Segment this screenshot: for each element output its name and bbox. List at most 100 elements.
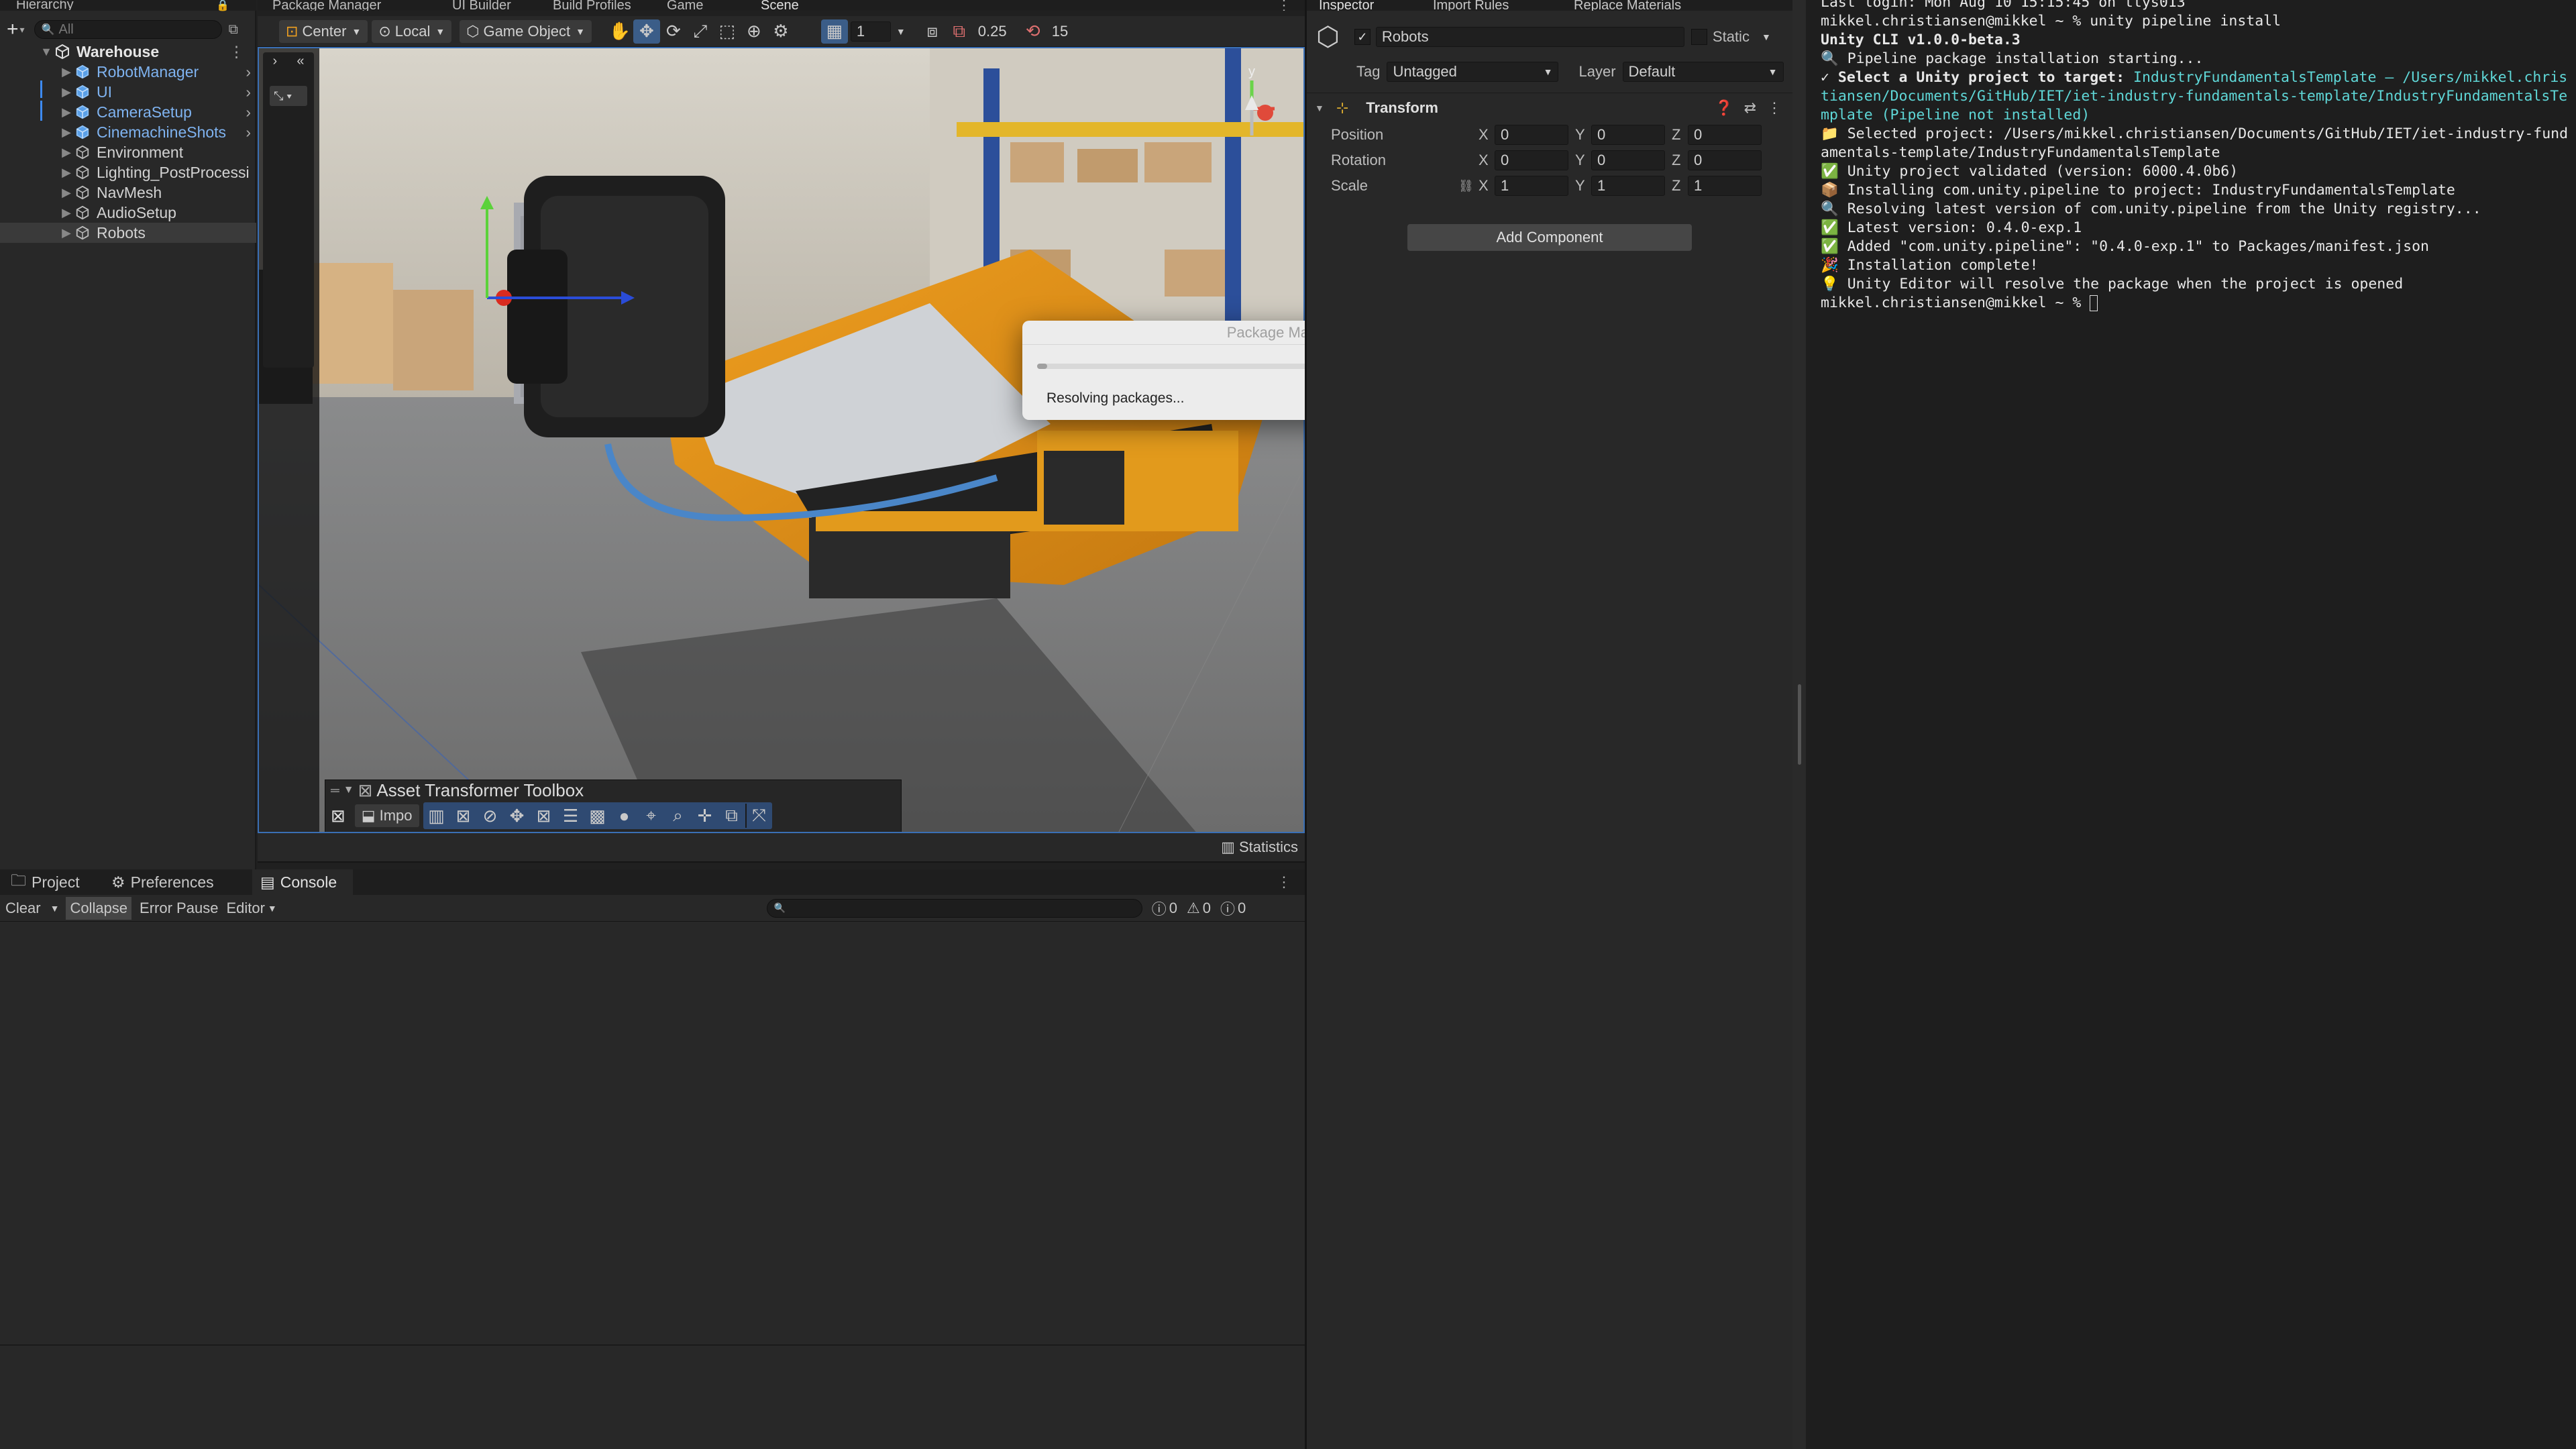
scale-tool-icon[interactable]: ⤢ bbox=[687, 19, 714, 44]
expand-arrow-icon[interactable]: ▶ bbox=[59, 166, 74, 180]
rotation-snap-icon[interactable]: ⟲ bbox=[1020, 19, 1046, 44]
tab-console[interactable]: ▤ Console bbox=[252, 869, 353, 895]
orientation-gizmo[interactable]: y bbox=[1212, 64, 1292, 149]
hierarchy-tool-icon[interactable]: ☰ bbox=[557, 804, 584, 828]
chevron-right-icon[interactable]: › bbox=[246, 83, 251, 101]
remove-tool-icon[interactable]: ⊘ bbox=[477, 804, 504, 828]
foldout-arrow-icon[interactable]: ▼ bbox=[1315, 103, 1324, 113]
rotate-tool-icon[interactable]: ⟳ bbox=[660, 19, 687, 44]
hierarchy-item[interactable]: ▶ UI › bbox=[0, 82, 256, 102]
static-checkbox[interactable] bbox=[1690, 29, 1707, 45]
tab-import-rules[interactable]: Import Rules bbox=[1433, 0, 1574, 11]
grid-icon[interactable]: ▦ bbox=[820, 19, 848, 44]
snap-value-field[interactable]: 0.25 bbox=[973, 21, 1020, 42]
tab-scene[interactable]: Scene bbox=[761, 0, 841, 11]
hierarchy-item[interactable]: ▶ RobotManager › bbox=[0, 62, 256, 82]
scene-view[interactable]: › « ⤡ ▾ y ═ ▼ ⊠ Asset Transformer Toolbo… bbox=[258, 47, 1305, 833]
search-tool-icon[interactable]: ⌕ bbox=[665, 804, 692, 828]
object-name-field[interactable]: Robots bbox=[1375, 27, 1684, 47]
tool-mode-dropdown[interactable]: ⬡ Game Object ▼ bbox=[460, 19, 592, 43]
expand-arrow-icon[interactable]: ▼ bbox=[39, 45, 54, 59]
terminal-window[interactable]: Last login: Mon Aug 10 15:15:45 on ttys0… bbox=[1806, 0, 2576, 1449]
hierarchy-item[interactable]: ▶ Robots bbox=[0, 223, 256, 243]
more-icon[interactable]: ⋮ bbox=[229, 43, 244, 61]
panel-splitter[interactable] bbox=[1792, 0, 1806, 1449]
more-icon[interactable]: ⋮ bbox=[1767, 99, 1782, 117]
rotation-x-field[interactable]: 0 bbox=[1495, 150, 1568, 170]
scale-y-field[interactable]: 1 bbox=[1591, 176, 1665, 196]
log-count-icon[interactable]: ⓘ bbox=[1220, 898, 1235, 919]
tab-project[interactable]: 🗀 Project bbox=[11, 869, 111, 896]
help-icon[interactable]: ❓ bbox=[1715, 99, 1733, 117]
rect-tool-icon[interactable]: ⬚ bbox=[714, 19, 741, 44]
merge-tool-icon[interactable]: ⊠ bbox=[531, 804, 557, 828]
link-icon[interactable]: ⛓ bbox=[1458, 179, 1479, 193]
move-pivot-tool-icon[interactable]: ✥ bbox=[504, 804, 531, 828]
align-tool-icon[interactable]: ✛ bbox=[692, 804, 718, 828]
layer-dropdown[interactable]: Default ▼ bbox=[1622, 62, 1784, 82]
import-button[interactable]: ⬓ Impo bbox=[354, 804, 419, 827]
collapse-arrow-icon[interactable]: ▼ bbox=[343, 784, 354, 796]
chevron-right-icon[interactable]: › bbox=[273, 54, 278, 69]
increment-snap-icon[interactable]: ⧉ bbox=[946, 19, 973, 44]
add-component-button[interactable]: Add Component bbox=[1407, 224, 1692, 251]
stats-tool-icon[interactable]: ▥ bbox=[423, 804, 450, 828]
rotation-y-field[interactable]: 0 bbox=[1591, 150, 1665, 170]
hierarchy-item[interactable]: ▶ Lighting_PostProcessi bbox=[0, 162, 256, 182]
tab-build-profiles[interactable]: Build Profiles bbox=[553, 0, 667, 11]
custom-tool-icon[interactable]: ⚙ bbox=[767, 19, 794, 44]
tab-hierarchy[interactable]: Hierarchy bbox=[16, 1, 74, 10]
replace-tool-icon[interactable]: ⧉ bbox=[718, 804, 745, 828]
console-search-input[interactable]: 🔍 bbox=[766, 898, 1142, 918]
position-x-field[interactable]: 0 bbox=[1495, 125, 1568, 145]
chevron-down-icon[interactable]: ▼ bbox=[50, 903, 60, 914]
position-z-field[interactable]: 0 bbox=[1688, 125, 1762, 145]
error-count-icon[interactable]: ⓘ bbox=[1152, 898, 1167, 919]
position-y-field[interactable]: 0 bbox=[1591, 125, 1665, 145]
active-checkbox[interactable]: ✓ bbox=[1354, 29, 1371, 45]
hierarchy-item[interactable]: ▶ Environment bbox=[0, 142, 256, 162]
scale-x-field[interactable]: 1 bbox=[1495, 176, 1568, 196]
angle-value-field[interactable]: 15 bbox=[1046, 21, 1084, 42]
expand-arrow-icon[interactable]: ▶ bbox=[59, 226, 74, 240]
tab-replace-materials[interactable]: Replace Materials bbox=[1574, 0, 1755, 11]
sphere-tool-icon[interactable]: ● bbox=[611, 804, 638, 828]
chevron-down-icon[interactable]: ▼ bbox=[268, 903, 277, 914]
expand-arrow-icon[interactable]: ▶ bbox=[59, 186, 74, 200]
tab-inspector[interactable]: Inspector bbox=[1319, 0, 1433, 11]
hierarchy-item[interactable]: ▶ CinemachineShots › bbox=[0, 122, 256, 142]
space-dropdown[interactable]: ⊙ Local ▼ bbox=[372, 19, 452, 43]
clear-button[interactable]: Clear bbox=[5, 900, 41, 917]
chevron-down-icon[interactable]: ▼ bbox=[896, 26, 906, 37]
pivot-tool-icon[interactable]: ⌖ bbox=[638, 804, 665, 828]
tab-preferences[interactable]: ⚙ Preferences bbox=[111, 873, 252, 892]
lock-icon[interactable]: 🔒 bbox=[216, 0, 229, 12]
splitter-handle[interactable] bbox=[1798, 684, 1801, 765]
collapse-button[interactable]: Collapse bbox=[66, 896, 132, 920]
scale-z-field[interactable]: 1 bbox=[1688, 176, 1762, 196]
expand-arrow-icon[interactable]: ▶ bbox=[59, 105, 74, 119]
tab-ui-builder[interactable]: UI Builder bbox=[452, 0, 553, 11]
snap-icon[interactable]: ⧈ bbox=[919, 19, 946, 44]
hierarchy-search-input[interactable]: 🔍 All bbox=[34, 20, 222, 39]
hierarchy-item[interactable]: ▶ AudioSetup bbox=[0, 203, 256, 223]
hierarchy-item[interactable]: ▶ NavMesh bbox=[0, 182, 256, 203]
hand-tool-icon[interactable]: ✋ bbox=[606, 19, 633, 44]
chevron-right-icon[interactable]: › bbox=[246, 63, 251, 81]
expand-arrow-icon[interactable]: ▶ bbox=[59, 65, 74, 79]
chevron-down-icon[interactable]: ▾ bbox=[20, 24, 25, 36]
expand-arrow-icon[interactable]: ▶ bbox=[59, 125, 74, 140]
chevron-down-icon[interactable]: ▼ bbox=[1762, 32, 1771, 42]
pivot-dropdown[interactable]: ⊡ Center ▼ bbox=[279, 19, 368, 43]
error-pause-button[interactable]: Error Pause bbox=[140, 900, 218, 917]
grid-size-field[interactable]: 1 bbox=[850, 21, 891, 42]
warning-count-icon[interactable]: ⚠ bbox=[1187, 900, 1200, 917]
drag-handle-icon[interactable]: ═ bbox=[331, 784, 339, 798]
more-icon[interactable]: ⋮ bbox=[1277, 873, 1291, 891]
transform-tool-icon[interactable]: ⤧ bbox=[745, 804, 772, 828]
mesh-tool-icon[interactable]: ▩ bbox=[584, 804, 611, 828]
transform-header[interactable]: ▼ ⊹ Transform ❓ ⇄ ⋮ bbox=[1307, 93, 1792, 122]
decimate-tool-icon[interactable]: ⊠ bbox=[450, 804, 477, 828]
add-icon[interactable]: + bbox=[7, 18, 19, 41]
presets-icon[interactable]: ⇄ bbox=[1744, 99, 1756, 117]
